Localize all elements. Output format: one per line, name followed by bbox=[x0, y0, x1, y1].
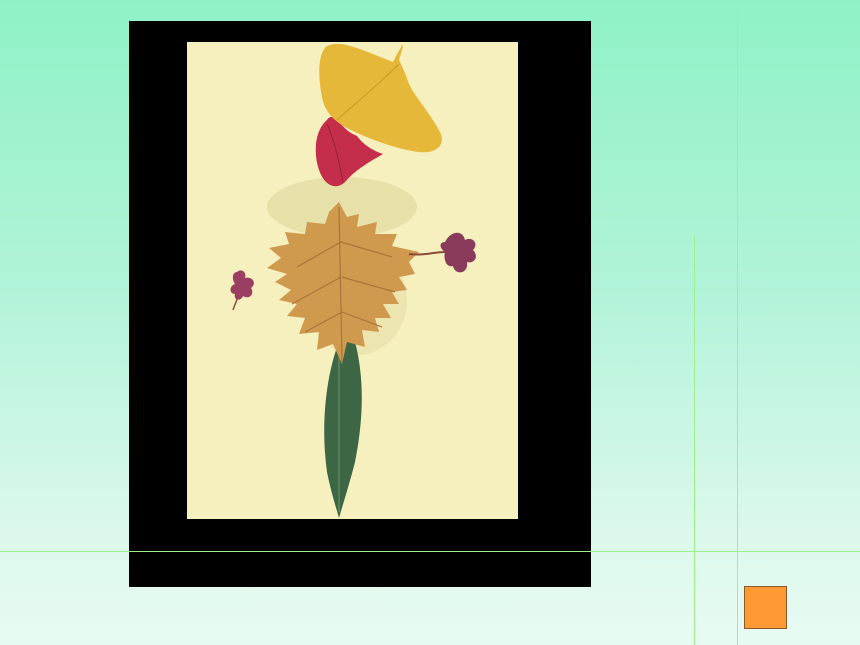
purple-flower-right bbox=[440, 232, 476, 273]
vertical-guide-line bbox=[737, 0, 738, 645]
orange-square-button[interactable] bbox=[744, 586, 787, 629]
slide bbox=[0, 0, 860, 645]
leaf-collage-image bbox=[230, 43, 476, 518]
purple-flower-left bbox=[230, 270, 254, 300]
photo-frame bbox=[129, 21, 591, 587]
vertical-guide-line-short bbox=[694, 236, 695, 645]
leaf-collage-photo bbox=[187, 42, 518, 519]
horizontal-guide-line bbox=[0, 551, 860, 552]
green-leaf bbox=[324, 342, 362, 518]
